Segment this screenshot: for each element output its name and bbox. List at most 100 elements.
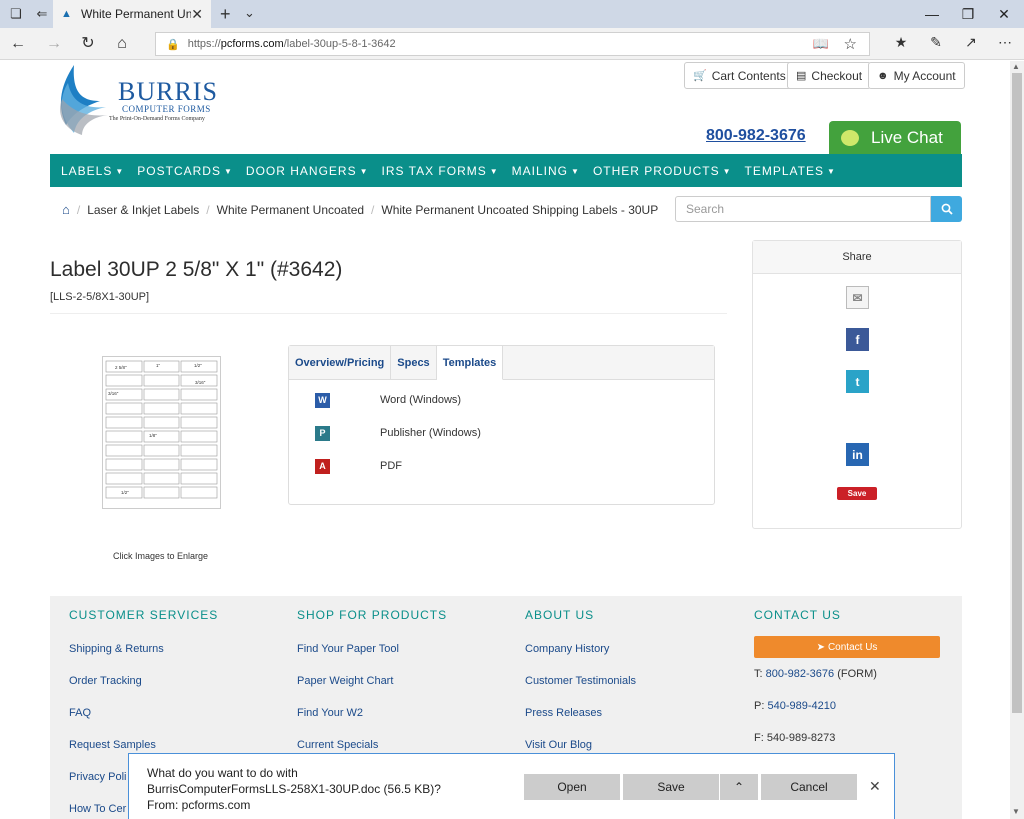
minimize-icon[interactable]: — [912, 0, 952, 28]
download-pdf[interactable]: A PDF [289, 456, 714, 476]
diagram-label: 3/16" [195, 380, 206, 385]
nav-templates[interactable]: TEMPLATES ▼ [745, 164, 836, 178]
footer-link[interactable]: Find Your W2 [297, 707, 447, 739]
tab-templates[interactable]: Templates [436, 346, 504, 380]
share-panel: Share ✉ f t in Save [752, 240, 962, 529]
contact-us-button[interactable]: ➤ Contact Us [754, 636, 940, 658]
live-chat-button[interactable]: Live Chat [829, 121, 961, 154]
footer-heading: CUSTOMER SERVICES [69, 608, 219, 622]
brand-tagline: The Print-On-Demand Forms Company [109, 116, 205, 122]
phone-link[interactable]: 800-982-3676 [706, 127, 806, 145]
tab-specs[interactable]: Specs [391, 346, 437, 380]
download-label[interactable]: Publisher (Windows) [380, 427, 481, 439]
download-label[interactable]: PDF [380, 460, 402, 472]
nav-irs-tax-forms[interactable]: IRS TAX FORMS ▼ [382, 164, 499, 178]
email-share-icon[interactable]: ✉ [846, 286, 869, 309]
nav-other-products[interactable]: OTHER PRODUCTS ▼ [593, 164, 732, 178]
search-button[interactable] [931, 196, 962, 222]
scroll-up-icon[interactable]: ▲ [1012, 62, 1020, 71]
favorite-star-icon[interactable]: ☆ [844, 35, 857, 53]
save-button[interactable]: Save [623, 774, 719, 800]
contact-p-line: P: 540-989-4210 [754, 700, 836, 712]
footer-link[interactable]: Find Your Paper Tool [297, 643, 447, 675]
cancel-button[interactable]: Cancel [761, 774, 857, 800]
tab-overview-pricing[interactable]: Overview/Pricing [289, 346, 392, 380]
browser-tab[interactable]: ▲ White Permanent Uncoa ✕ [53, 0, 211, 28]
url-text: https://pcforms.com/label-30up-5-8-1-364… [187, 38, 396, 50]
share-icon[interactable]: ↗ [960, 34, 982, 51]
send-icon: ➤ [816, 641, 825, 653]
diagram-label: 1/2" [121, 490, 129, 495]
search-icon [941, 203, 953, 215]
product-image[interactable]: 2 5/8" 1" 1/2" 3/16" 3/16" 1/8" 1/2" [102, 356, 221, 509]
download-label[interactable]: Word (Windows) [380, 394, 461, 406]
footer-link[interactable]: Press Releases [525, 707, 636, 739]
pinterest-save-button[interactable]: Save [837, 487, 877, 500]
diagram-label: 3/16" [108, 391, 119, 396]
caret-down-icon: ▼ [571, 166, 580, 176]
download-word[interactable]: W Word (Windows) [289, 390, 714, 410]
new-tab-icon[interactable]: + [220, 4, 231, 25]
footer-link[interactable]: Order Tracking [69, 675, 218, 707]
download-source: From: pcforms.com [147, 798, 251, 812]
scrollbar-thumb[interactable] [1012, 73, 1022, 713]
footer-link[interactable]: Paper Weight Chart [297, 675, 447, 707]
lock-icon: 🔒 [166, 38, 180, 51]
home-breadcrumb-icon[interactable]: ⌂ [62, 202, 70, 217]
tab-preview-chevron-icon[interactable]: ⌄ [244, 5, 255, 21]
main-nav: LABELS ▼ POSTCARDS ▼ DOOR HANGERS ▼ IRS TAX… [50, 154, 962, 187]
home-icon[interactable]: ⌂ [111, 34, 133, 54]
twitter-share-icon[interactable]: t [846, 370, 869, 393]
breadcrumb-item[interactable]: White Permanent Uncoated Shipping Labels… [381, 203, 658, 217]
footer-link[interactable]: Company History [525, 643, 636, 675]
breadcrumb-item[interactable]: Laser & Inkjet Labels [87, 203, 199, 217]
tab-actions-icon[interactable]: ❏ [6, 4, 26, 24]
download-prompt: What do you want to do with BurrisComput… [128, 753, 895, 819]
facebook-share-icon[interactable]: f [846, 328, 869, 351]
scroll-down-icon[interactable]: ▼ [1012, 807, 1020, 816]
diagram-label: 1/8" [149, 433, 157, 438]
checkout-label: Checkout [811, 68, 863, 83]
nav-labels[interactable]: LABELS ▼ [61, 164, 124, 178]
close-window-icon[interactable]: ✕ [984, 0, 1024, 28]
site-favicon-icon: ▲ [61, 8, 72, 20]
tab-title: White Permanent Uncoa [81, 7, 191, 21]
notes-icon[interactable]: ✎ [925, 34, 947, 51]
nav-mailing[interactable]: MAILING ▼ [512, 164, 580, 178]
footer-link[interactable]: Customer Testimonials [525, 675, 636, 707]
cart-icon: 🛒 [693, 70, 707, 82]
forward-icon[interactable]: → [43, 34, 65, 54]
back-icon[interactable]: ← [7, 34, 29, 54]
cart-contents-button[interactable]: 🛒 Cart Contents [684, 62, 795, 89]
footer-link[interactable]: FAQ [69, 707, 218, 739]
download-publisher[interactable]: P Publisher (Windows) [289, 423, 714, 443]
page-scrollbar[interactable]: ▲ ▼ [1010, 61, 1024, 819]
search-input[interactable]: Search [675, 196, 931, 222]
checkout-button[interactable]: ▤ Checkout [787, 62, 872, 89]
linkedin-share-icon[interactable]: in [846, 443, 869, 466]
label-sheet-diagram: 2 5/8" 1" 1/2" 3/16" 3/16" 1/8" 1/2" [105, 360, 218, 499]
site-logo[interactable]: BURRIS COMPUTER FORMS The Print-On-Deman… [52, 63, 242, 143]
breadcrumb-item[interactable]: White Permanent Uncoated [217, 203, 364, 217]
contact-p-link[interactable]: 540-989-4210 [767, 700, 836, 712]
close-download-icon[interactable]: ✕ [869, 778, 881, 795]
pdf-file-icon: A [315, 458, 330, 474]
nav-postcards[interactable]: POSTCARDS ▼ [137, 164, 233, 178]
save-options-chevron-icon[interactable]: ⌃ [720, 774, 758, 800]
reading-view-icon[interactable]: 📖 [813, 36, 829, 52]
my-account-button[interactable]: ☻ My Account [868, 62, 965, 89]
footer-link[interactable]: Shipping & Returns [69, 643, 218, 675]
brand-name: BURRIS [118, 77, 218, 106]
restore-icon[interactable]: ❐ [948, 0, 988, 28]
open-button[interactable]: Open [524, 774, 620, 800]
nav-door-hangers[interactable]: DOOR HANGERS ▼ [246, 164, 369, 178]
more-icon[interactable]: ⋯ [994, 34, 1016, 51]
address-bar[interactable]: 🔒 https://pcforms.com/label-30up-5-8-1-3… [155, 32, 870, 56]
contact-phone-link[interactable]: 800-982-3676 [766, 668, 835, 680]
favorites-icon[interactable]: ★ [890, 34, 912, 51]
tab-close-icon[interactable]: ✕ [191, 6, 203, 23]
refresh-icon[interactable]: ↻ [77, 34, 99, 54]
diagram-label: 1" [156, 363, 161, 368]
my-account-label: My Account [893, 68, 956, 83]
set-aside-tabs-icon[interactable]: ⇐ [32, 4, 52, 24]
